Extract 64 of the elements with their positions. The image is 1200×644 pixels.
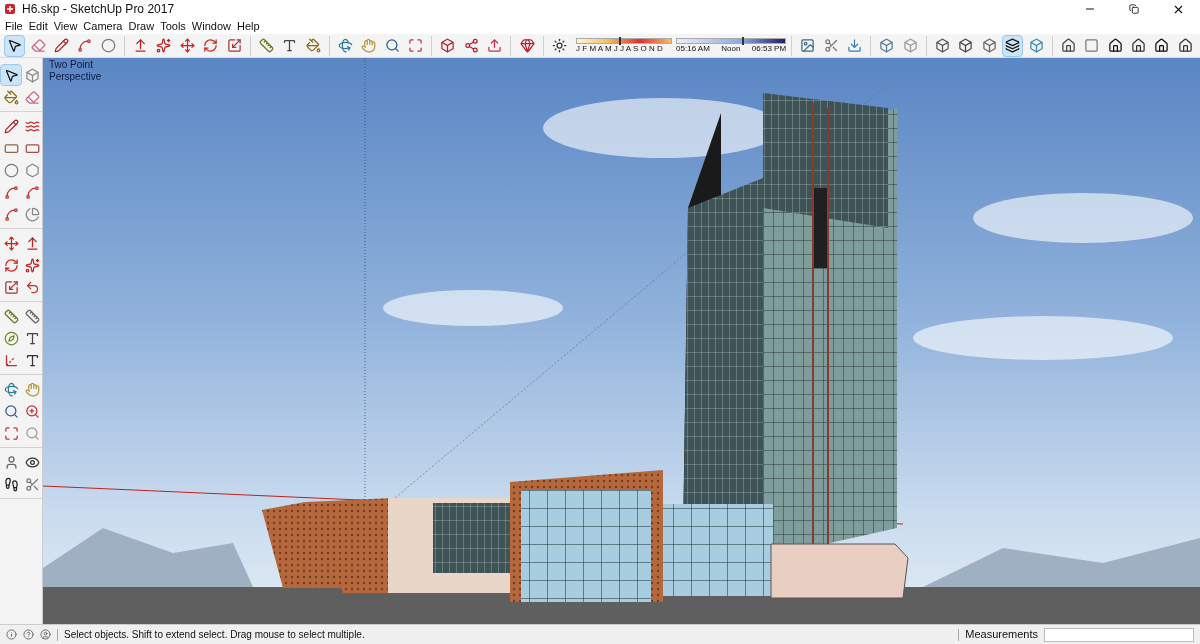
upload-icon (487, 38, 503, 53)
select-icon (3, 67, 19, 83)
arc-icon (77, 38, 93, 53)
menu-item[interactable]: Edit (25, 17, 51, 35)
info-icon[interactable] (6, 629, 17, 640)
menu-item[interactable]: Tools (157, 17, 189, 35)
user-icon[interactable] (40, 629, 51, 640)
select-tool-button[interactable] (4, 34, 26, 57)
text-icon (24, 330, 40, 346)
select-tool-button[interactable] (0, 64, 22, 86)
circle-icon (100, 38, 116, 53)
measurements-field[interactable] (1044, 627, 1194, 642)
status-message: Select objects. Shift to extend select. Drag mouse to select multiple. (64, 628, 365, 642)
download-icon (846, 38, 862, 53)
time-slider-thumb[interactable] (741, 36, 744, 45)
time-slider-track[interactable] (676, 37, 787, 44)
pie-icon (24, 206, 40, 222)
eraser-icon (30, 38, 46, 53)
arc-icon (3, 184, 19, 200)
pan-icon (361, 38, 377, 53)
rotate-icon (203, 38, 219, 53)
help-icon[interactable] (23, 629, 34, 640)
month-slider-thumb[interactable] (619, 36, 622, 45)
eraser-icon (24, 89, 40, 105)
menu-item[interactable]: Window (188, 17, 234, 35)
measurements-label: Measurements (965, 627, 1038, 643)
zoomwindow-icon (24, 403, 40, 419)
photo-icon (800, 38, 816, 53)
shadow-settings-bar[interactable]: J F M A M J J A S O N D 05:16 AM Noon 06:53 PM (576, 37, 787, 54)
arc-icon (3, 206, 19, 222)
time-label: Noon (721, 43, 741, 54)
menu-item[interactable]: Help (233, 17, 263, 35)
circle-icon (3, 162, 19, 178)
polygon-icon (24, 162, 40, 178)
window-title: H6.skp - SketchUp Pro 2017 (22, 1, 175, 18)
arc-icon (24, 184, 40, 200)
time-label: 06:53 PM (751, 43, 787, 54)
move-icon (3, 235, 19, 251)
pencil-icon (53, 38, 69, 53)
month-slider-track[interactable] (576, 37, 673, 44)
move-icon (179, 38, 195, 53)
zoom-icon (384, 38, 400, 53)
tool-button[interactable] (1001, 34, 1024, 57)
camera-mode-label: Two Point Perspective (49, 59, 103, 83)
pencil-icon (3, 118, 19, 134)
menu-item[interactable]: View (50, 17, 81, 35)
menu-item[interactable]: File (2, 17, 26, 35)
app-logo-icon (4, 3, 16, 15)
text-icon (282, 38, 298, 53)
rotate-icon (3, 257, 19, 273)
month-labels: J F M A M J J A S O N D (576, 43, 664, 54)
scale-icon (3, 279, 19, 295)
time-label: 05:16 AM (676, 43, 710, 54)
paint-icon (305, 38, 321, 53)
pan-icon (24, 381, 40, 397)
paint-icon (3, 89, 19, 105)
zoom-icon (3, 403, 19, 419)
share-icon (463, 38, 479, 53)
3d-viewport[interactable]: Two Point Perspective (43, 58, 1200, 624)
menu-item[interactable]: Draw (125, 17, 158, 35)
menu-item[interactable]: Camera (80, 17, 126, 35)
scale-icon (226, 38, 242, 53)
restore-icon (1129, 4, 1139, 14)
select-icon (7, 38, 23, 53)
